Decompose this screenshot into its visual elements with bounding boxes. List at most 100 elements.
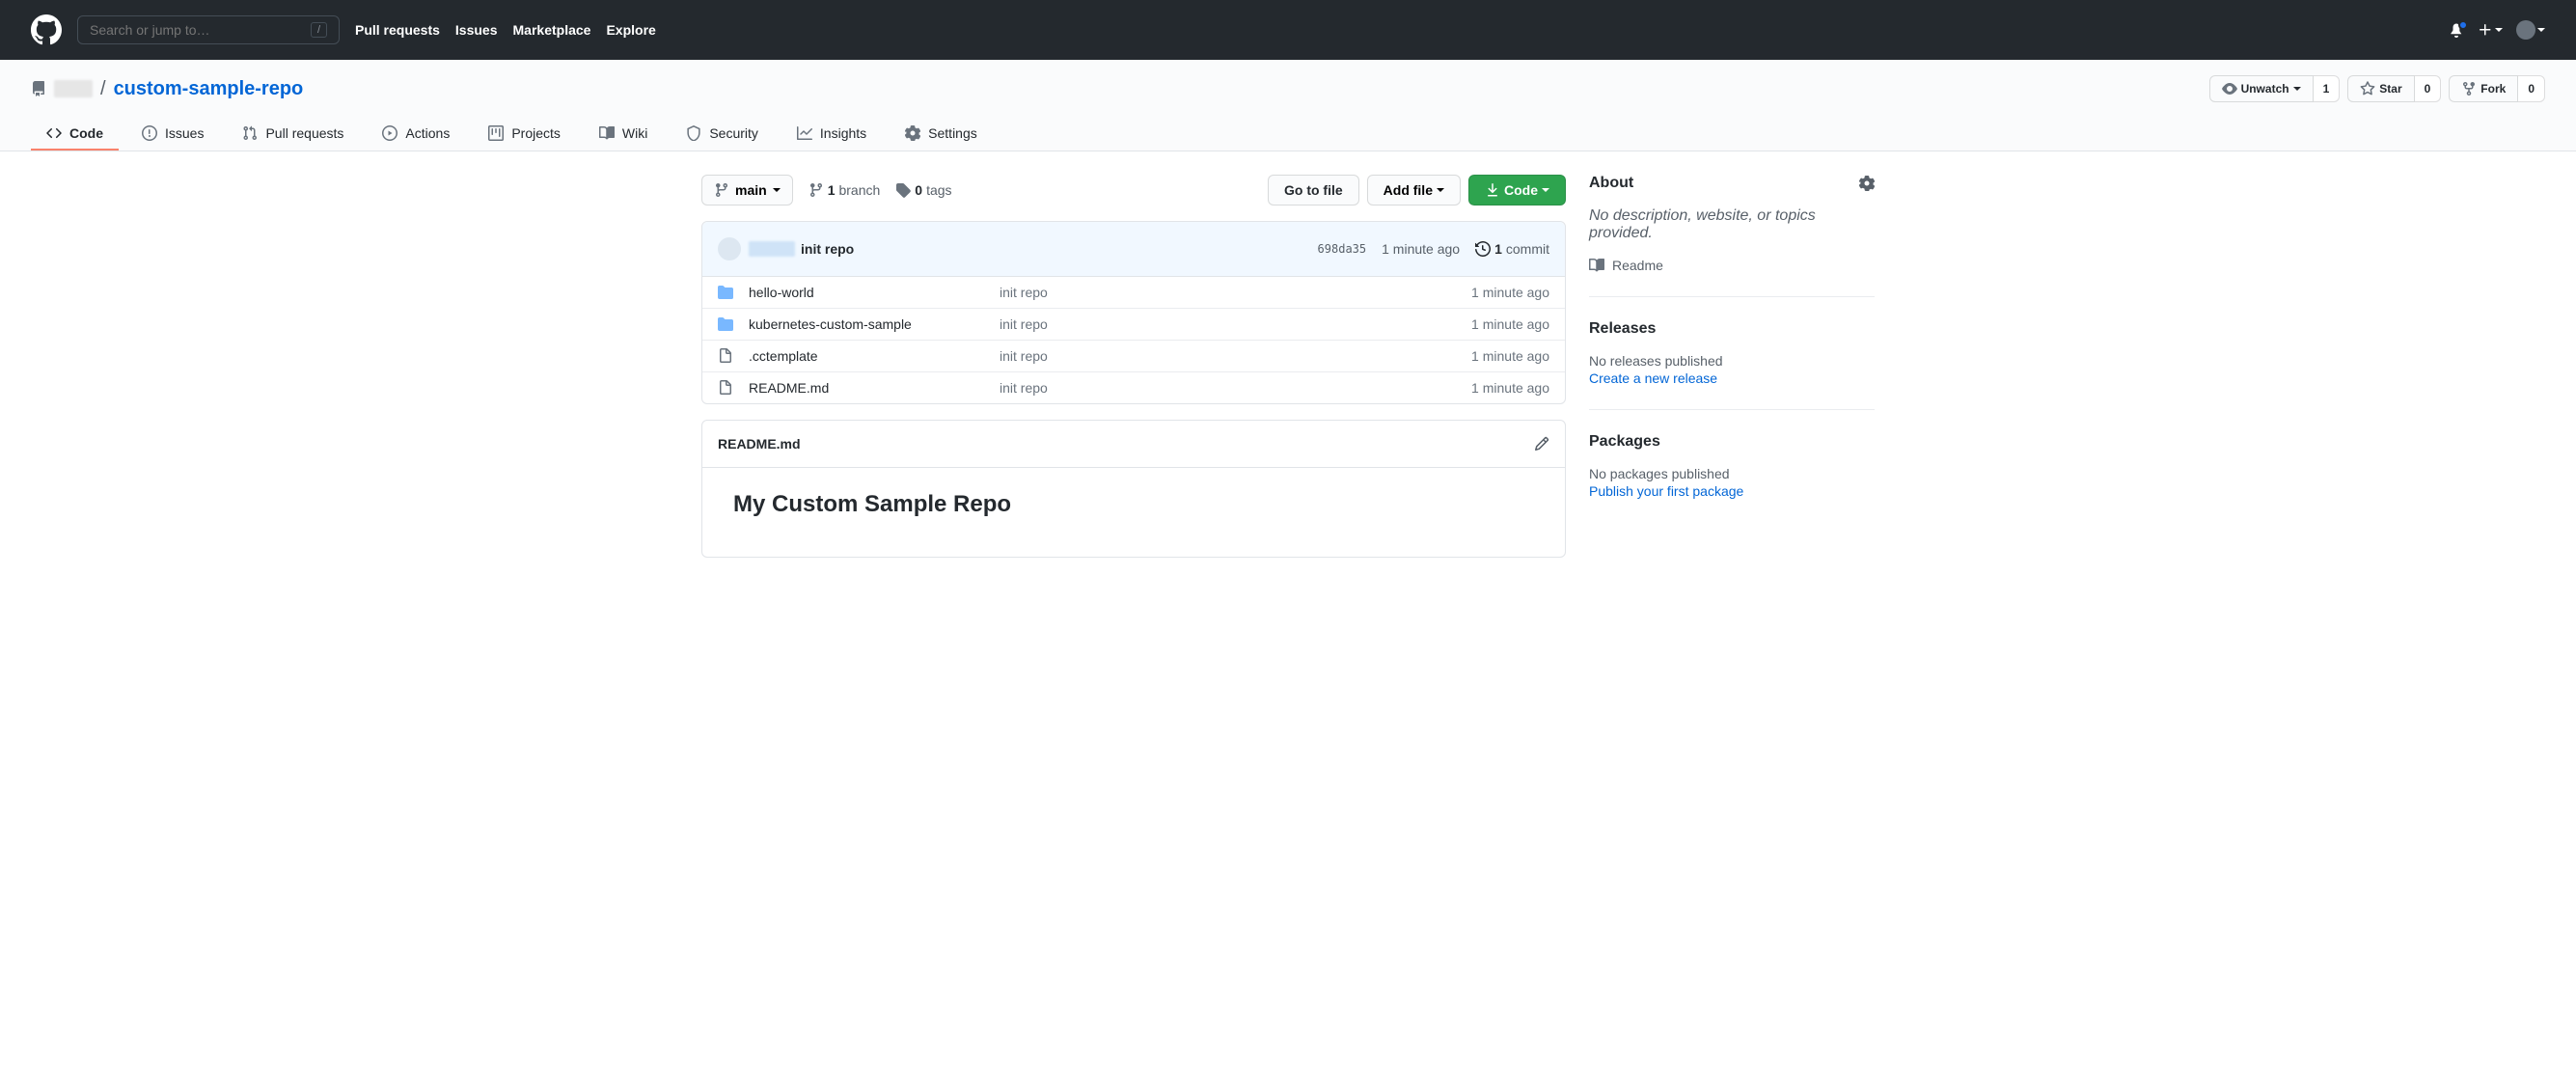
github-logo[interactable] [31, 14, 62, 45]
file-time: 1 minute ago [1471, 285, 1549, 300]
stars-count[interactable]: 0 [2415, 75, 2442, 102]
search-input[interactable] [90, 22, 311, 38]
forks-count[interactable]: 0 [2518, 75, 2545, 102]
unwatch-button[interactable]: Unwatch [2209, 75, 2314, 102]
play-icon [382, 125, 397, 141]
commit-message[interactable]: init repo [801, 241, 854, 257]
readme-box: README.md My Custom Sample Repo [701, 420, 1566, 558]
gear-icon [905, 125, 920, 141]
header-nav: Pull requests Issues Marketplace Explore [355, 22, 656, 38]
branch-select-button[interactable]: main [701, 175, 793, 206]
download-icon [1485, 182, 1500, 198]
latest-commit-bar: init repo 698da35 1 minute ago 1 commit [702, 222, 1565, 277]
add-file-button[interactable]: Add file [1367, 175, 1461, 206]
commit-sha[interactable]: 698da35 [1318, 242, 1367, 256]
file-commit-msg[interactable]: init repo [1000, 380, 1471, 396]
file-icon [718, 348, 733, 364]
repo-head: / custom-sample-repo Unwatch 1 Star 0 [0, 60, 2576, 151]
repo-tabs: Code Issues Pull requests Actions Projec… [31, 118, 2545, 151]
owner-name-redacted[interactable] [54, 80, 93, 97]
file-time: 1 minute ago [1471, 380, 1549, 396]
branch-icon [714, 182, 729, 198]
tab-actions[interactable]: Actions [367, 118, 465, 151]
pencil-icon [1534, 436, 1549, 452]
nav-issues[interactable]: Issues [455, 22, 498, 38]
tab-projects[interactable]: Projects [473, 118, 576, 151]
slash: / [100, 78, 106, 100]
tab-code[interactable]: Code [31, 118, 119, 151]
issue-icon [142, 125, 157, 141]
packages-title: Packages [1589, 433, 1660, 451]
publish-package-link[interactable]: Publish your first package [1589, 483, 1743, 499]
user-menu[interactable] [2516, 20, 2545, 40]
file-list-box: init repo 698da35 1 minute ago 1 commit … [701, 221, 1566, 404]
packages-none-text: No packages published [1589, 466, 1875, 481]
about-description: No description, website, or topics provi… [1589, 207, 1875, 242]
tab-wiki[interactable]: Wiki [584, 118, 663, 151]
file-link[interactable]: kubernetes-custom-sample [749, 316, 912, 332]
commit-time[interactable]: 1 minute ago [1382, 241, 1460, 257]
code-download-button[interactable]: Code [1468, 175, 1566, 206]
edit-readme-button[interactable] [1534, 436, 1549, 452]
file-commit-msg[interactable]: init repo [1000, 348, 1471, 364]
commit-author-avatar[interactable] [718, 237, 741, 260]
file-row: .cctemplate init repo 1 minute ago [702, 341, 1565, 372]
tab-issues[interactable]: Issues [126, 118, 219, 151]
file-row: README.md init repo 1 minute ago [702, 372, 1565, 403]
nav-explore[interactable]: Explore [606, 22, 655, 38]
readme-filename[interactable]: README.md [718, 436, 801, 452]
file-link[interactable]: .cctemplate [749, 348, 818, 364]
repo-icon [31, 81, 46, 96]
readme-link[interactable]: Readme [1589, 258, 1875, 273]
book-icon [1589, 258, 1604, 273]
file-commit-msg[interactable]: init repo [1000, 285, 1471, 300]
project-icon [488, 125, 504, 141]
file-link[interactable]: README.md [749, 380, 829, 396]
fork-button[interactable]: Fork [2449, 75, 2518, 102]
file-time: 1 minute ago [1471, 348, 1549, 364]
sidebar: About No description, website, or topics… [1589, 175, 1875, 558]
releases-none-text: No releases published [1589, 353, 1875, 369]
search-slash-hint: / [311, 22, 327, 38]
tab-insights[interactable]: Insights [781, 118, 882, 151]
tab-security[interactable]: Security [671, 118, 774, 151]
branch-icon [808, 182, 824, 198]
readme-heading: My Custom Sample Repo [733, 491, 1534, 518]
gear-icon [1859, 176, 1875, 191]
star-button[interactable]: Star [2347, 75, 2414, 102]
nav-pull-requests[interactable]: Pull requests [355, 22, 440, 38]
file-nav: main 1 branch 0 tags Go to file Add file… [701, 175, 1566, 206]
tags-link[interactable]: 0 tags [895, 182, 951, 198]
avatar [2516, 20, 2535, 40]
branches-link[interactable]: 1 branch [808, 182, 881, 198]
file-row: hello-world init repo 1 minute ago [702, 277, 1565, 309]
file-commit-msg[interactable]: init repo [1000, 316, 1471, 332]
star-icon [2360, 81, 2375, 96]
tab-pull-requests[interactable]: Pull requests [227, 118, 359, 151]
graph-icon [797, 125, 812, 141]
tab-settings[interactable]: Settings [890, 118, 993, 151]
file-icon [718, 380, 733, 396]
search-box[interactable]: / [77, 15, 340, 44]
code-icon [46, 125, 62, 141]
watchers-count[interactable]: 1 [2314, 75, 2341, 102]
commits-link[interactable]: 1 commit [1475, 241, 1549, 257]
file-link[interactable]: hello-world [749, 285, 814, 300]
about-settings-button[interactable] [1859, 176, 1875, 191]
nav-marketplace[interactable]: Marketplace [513, 22, 591, 38]
notifications-button[interactable] [2449, 22, 2464, 38]
commit-author-redacted[interactable] [749, 241, 795, 257]
history-icon [1475, 241, 1491, 257]
go-to-file-button[interactable]: Go to file [1268, 175, 1359, 206]
create-release-link[interactable]: Create a new release [1589, 370, 1717, 386]
create-new-dropdown[interactable] [2478, 22, 2503, 38]
shield-icon [686, 125, 701, 141]
fork-icon [2461, 81, 2477, 96]
tag-icon [895, 182, 911, 198]
notification-dot [2458, 20, 2468, 30]
repo-actions: Unwatch 1 Star 0 Fork 0 [2209, 75, 2545, 102]
repo-title: / custom-sample-repo [31, 78, 303, 100]
about-title: About [1589, 175, 1633, 192]
releases-title: Releases [1589, 320, 1656, 338]
repo-name-link[interactable]: custom-sample-repo [114, 78, 304, 100]
